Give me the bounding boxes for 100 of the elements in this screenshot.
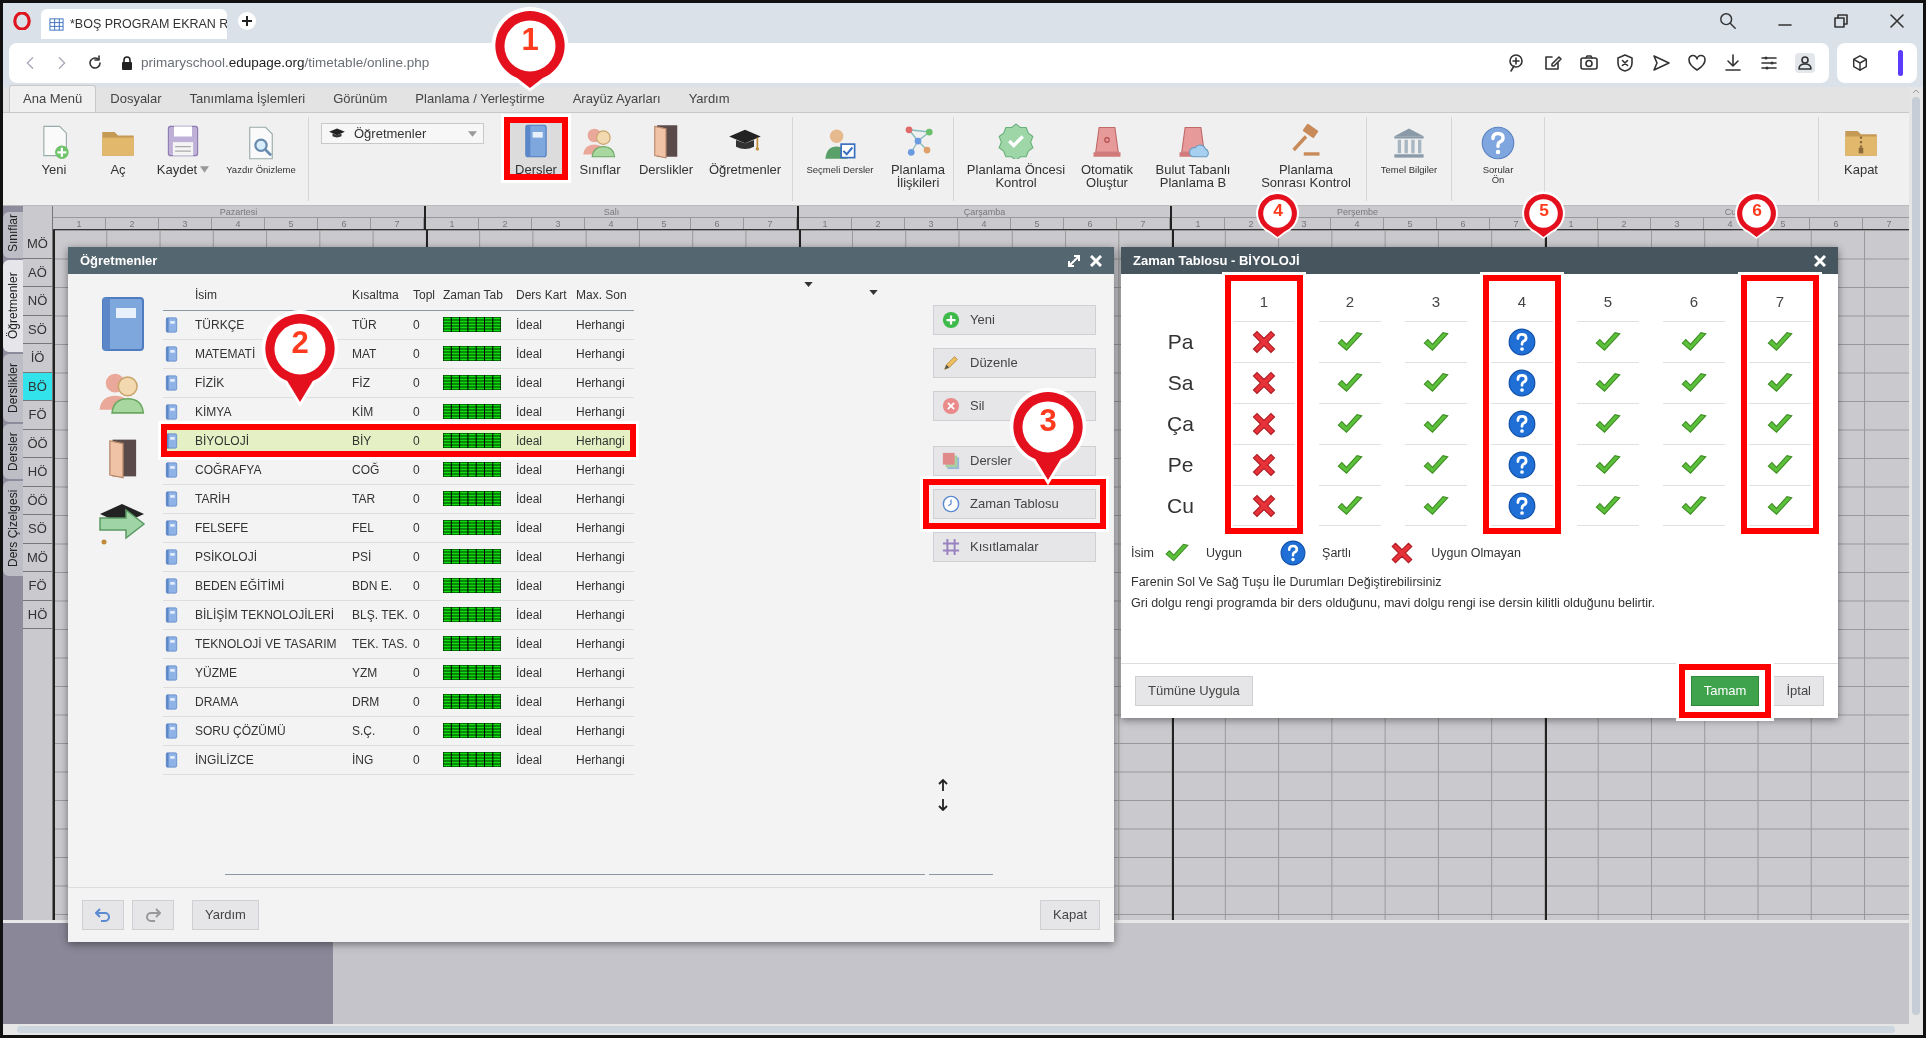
table-row-highlight[interactable]: BİYOLOJİ BİY 0 İdeal Herhangi	[163, 426, 634, 455]
menu-tab[interactable]: Dosyalar	[96, 84, 176, 112]
toolbar-button[interactable]: Aç	[86, 117, 150, 180]
table-cell: Herhangi	[574, 716, 634, 745]
period-number: 4	[1331, 218, 1384, 229]
table-cell: COĞ	[350, 455, 411, 484]
menu-tab[interactable]: Görünüm	[319, 84, 402, 112]
question-icon	[1280, 540, 1307, 566]
availability-cell[interactable]	[1749, 485, 1811, 526]
table-cell: İdeal	[514, 745, 574, 774]
action-button[interactable]: Zaman Tablosu	[933, 489, 1096, 519]
table-cell: BDN E.	[350, 571, 411, 600]
table-cell: Herhangi	[574, 658, 634, 687]
toolbar-button[interactable]: Seçmeli Dersler	[795, 117, 885, 179]
action-button[interactable]: Yeni	[933, 305, 1096, 335]
availability-cell[interactable]	[1319, 485, 1381, 526]
toolbar-button[interactable]: Yazdır Önizleme	[216, 117, 306, 179]
up-arrow-icon[interactable]	[938, 779, 948, 791]
edit-icon[interactable]	[1543, 53, 1563, 73]
toolbar-button[interactable]: Planlama İlişkileri	[885, 117, 951, 193]
column-header[interactable]: Ders Kart	[514, 280, 574, 310]
help-button[interactable]: Yardım	[192, 900, 259, 930]
action-button[interactable]: Düzenle	[933, 348, 1096, 378]
restore-icon[interactable]	[1833, 13, 1849, 29]
question-icon	[1508, 328, 1536, 356]
shield-icon[interactable]	[1615, 53, 1635, 73]
close-button[interactable]: Kapat	[1040, 900, 1100, 930]
down-arrow-icon[interactable]	[938, 799, 948, 811]
table-cell: FİZ	[350, 368, 411, 397]
menu-tab[interactable]: Arayüz Ayarları	[558, 84, 675, 112]
column-header[interactable]: Kısaltma	[350, 280, 411, 310]
new-tab-icon[interactable]	[237, 11, 257, 31]
menu-tab[interactable]: Ana Menü	[9, 84, 97, 112]
view-dropdown[interactable]: Öğretmenler	[321, 123, 484, 144]
row-label[interactable]: BÖ	[23, 372, 52, 401]
period-header: 4	[1516, 291, 1528, 312]
toolbar-button[interactable]: Planlama Sonrası Kontrol	[1248, 117, 1364, 193]
toolbar-button[interactable]: Bulut Tabanlı Planlama B	[1138, 117, 1248, 193]
book-icon	[165, 374, 178, 391]
menu-tab[interactable]: Planlama / Yerleştirme	[401, 84, 559, 112]
column-header[interactable]: İsim	[193, 280, 350, 310]
horizontal-scrollbar[interactable]	[3, 1024, 1909, 1035]
side-tab[interactable]: Ders Çizelgesi	[3, 481, 23, 576]
action-button[interactable]: Kısıtlamalar	[933, 532, 1096, 562]
caret-icon[interactable]	[869, 290, 878, 295]
send-icon[interactable]	[1651, 53, 1671, 73]
availability-cell[interactable]	[1577, 485, 1639, 526]
vertical-scrollbar[interactable]	[1909, 87, 1923, 1035]
availability-grid	[443, 636, 501, 651]
browser-tab[interactable]: *BOŞ PROGRAM EKRAN R	[41, 9, 227, 39]
side-tab[interactable]: Sınıflar	[3, 212, 23, 258]
menu-tab[interactable]: Yardım	[674, 84, 744, 112]
side-tab[interactable]: Dersler	[3, 424, 23, 479]
toolbar-button[interactable]: Planlama Öncesi Kontrol	[956, 117, 1076, 193]
table-cell: Herhangi	[574, 484, 634, 513]
availability-grid	[443, 578, 501, 593]
url-text[interactable]: primaryschool.edupage.org/timetable/online.php	[141, 52, 430, 74]
toolbar-button[interactable]: Otomatik Oluştur	[1076, 117, 1138, 193]
toolbar-button[interactable]: Temel Bilgiler	[1369, 117, 1449, 179]
expand-icon[interactable]	[1068, 254, 1080, 267]
reload-icon[interactable]	[87, 55, 103, 71]
availability-grid	[443, 317, 501, 332]
table-cell: 0	[411, 687, 441, 716]
heart-icon[interactable]	[1687, 53, 1707, 73]
cube-icon[interactable]	[1851, 54, 1870, 72]
availability-cell[interactable]	[1491, 485, 1553, 526]
day-label: Ça	[1166, 410, 1195, 437]
toolbar-button[interactable]: Yeni	[22, 117, 86, 180]
caret-icon[interactable]	[804, 282, 813, 287]
table-cell: İdeal	[514, 310, 574, 339]
toolbar-button[interactable]: Kaydet	[150, 117, 216, 180]
table-cell: İdeal	[514, 397, 574, 426]
download-icon[interactable]	[1723, 53, 1743, 73]
close-icon[interactable]	[1889, 13, 1905, 29]
column-header[interactable]: Zaman Tab	[441, 280, 514, 310]
cancel-button[interactable]: İptal	[1773, 676, 1824, 706]
toolbar-button[interactable]: Sorular Ön	[1454, 117, 1542, 188]
period-header: 1	[1258, 291, 1270, 312]
toolbar-button[interactable]: Öğretmenler	[700, 117, 790, 180]
menu-tab[interactable]: Tanımlama İşlemleri	[175, 84, 320, 112]
table-cell: Herhangi	[574, 455, 634, 484]
column-header[interactable]: Topl	[411, 280, 441, 310]
clock-icon	[942, 495, 960, 513]
availability-cell[interactable]	[1663, 485, 1725, 526]
camera-icon[interactable]	[1579, 53, 1599, 73]
search-icon[interactable]	[1719, 12, 1737, 30]
undo-button[interactable]	[82, 900, 124, 930]
period-number: 6	[318, 218, 371, 229]
toolbar-button[interactable]: Derslikler	[632, 117, 700, 180]
availability-cell[interactable]	[1405, 485, 1467, 526]
side-tab[interactable]: Derslikler	[3, 354, 23, 422]
apply-all-button[interactable]: Tümüne Uygula	[1135, 676, 1253, 706]
period-number: 1	[799, 218, 852, 229]
toolbar-button[interactable]: Sınıflar	[568, 117, 632, 180]
toolbar-button[interactable]: Kapat	[1821, 117, 1901, 180]
column-header[interactable]: Max. Son	[574, 280, 634, 310]
availability-cell[interactable]	[1233, 485, 1295, 526]
side-tab[interactable]: Öğretmenler	[3, 260, 23, 352]
table-cell: Herhangi	[574, 571, 634, 600]
profile-icon[interactable]	[1795, 53, 1815, 73]
